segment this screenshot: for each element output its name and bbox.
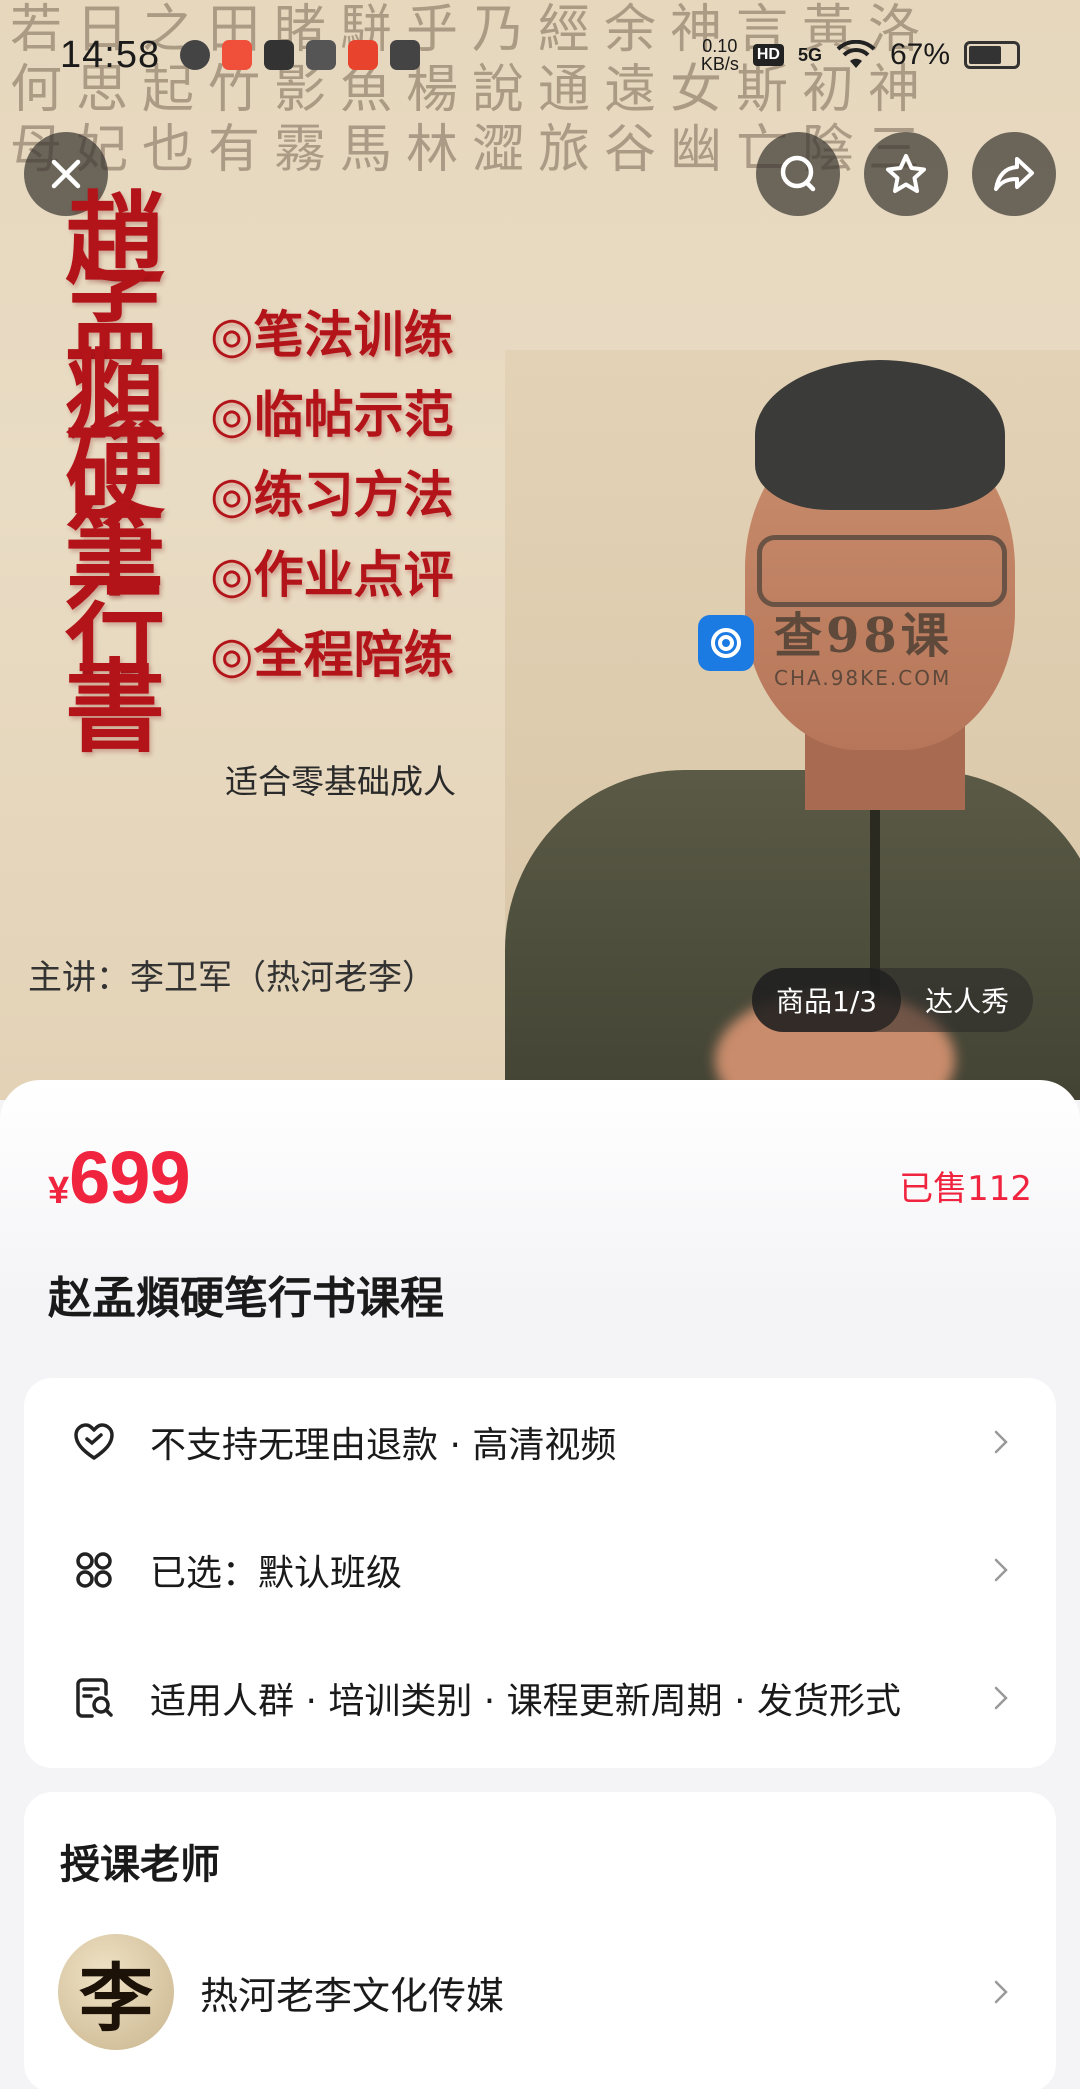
refund-policy-text: 不支持无理由退款 · 高清视频 xyxy=(150,1425,617,1466)
share-icon xyxy=(994,157,1034,191)
tab-product-images[interactable]: 商品1/3 xyxy=(752,968,902,1032)
search-button[interactable] xyxy=(756,132,840,216)
app-notification-icon xyxy=(180,40,211,70)
feature-item: ◎笔法训练 xyxy=(210,305,454,364)
feature-item: ◎练习方法 xyxy=(210,465,454,524)
poster-audience: 适合零基础成人 xyxy=(225,762,456,801)
share-button[interactable] xyxy=(972,132,1056,216)
feature-item: ◎全程陪练 xyxy=(210,625,454,684)
image-pager[interactable]: 商品1/3 达人秀 xyxy=(752,968,1034,1032)
teacher-card: 授课老师 李 热河老李文化传媒 xyxy=(24,1792,1056,2089)
favorite-button[interactable] xyxy=(864,132,948,216)
wifi-icon xyxy=(836,40,876,68)
chevron-right-icon xyxy=(994,1430,1008,1454)
teacher-row[interactable]: 李 热河老李文化传媒 xyxy=(58,1932,1016,2052)
service-info-card: 不支持无理由退款 · 高清视频 已选：默认班级 适用人群 · 培训类别 · 课程… xyxy=(24,1378,1056,1768)
notification-icons xyxy=(180,40,421,70)
teacher-heading: 授课老师 xyxy=(60,1842,220,1888)
app-notification-icon xyxy=(264,40,295,70)
teacher-name: 热河老李文化传媒 xyxy=(200,1973,505,2018)
feature-item: ◎作业点评 xyxy=(210,545,454,604)
avatar: 李 xyxy=(58,1934,174,2050)
star-icon xyxy=(886,154,926,193)
battery-percent: 67% xyxy=(889,38,950,71)
watermark: 查98课 CHA.98KE.COM xyxy=(698,596,953,690)
app-notification-icon xyxy=(348,40,379,70)
options-grid-icon xyxy=(68,1544,120,1596)
network-speed: 0.10 KB/s xyxy=(700,36,739,74)
selected-option-row[interactable]: 已选：默认班级 xyxy=(24,1506,1056,1634)
course-params-row[interactable]: 适用人群 · 培训类别 · 课程更新周期 · 发货形式 xyxy=(24,1634,1056,1762)
status-time: 14:58 xyxy=(60,33,161,76)
document-search-icon xyxy=(68,1672,120,1724)
tab-influencer-show[interactable]: 达人秀 xyxy=(901,968,1033,1032)
heart-shield-icon xyxy=(68,1416,120,1468)
sold-count: 已售112 xyxy=(899,1169,1032,1209)
refund-policy-row[interactable]: 不支持无理由退款 · 高清视频 xyxy=(24,1378,1056,1506)
chevron-right-icon xyxy=(994,1686,1008,1710)
chevron-right-icon xyxy=(994,1980,1008,2004)
signal-5g-icon: 5G xyxy=(797,44,822,65)
feature-item: ◎临帖示范 xyxy=(210,385,454,444)
product-detail-sheet: ¥699 已售112 赵孟頫硬笔行书课程 不支持无理由退款 · 高清视频 已选：… xyxy=(0,1080,1080,2089)
price-row: ¥699 已售112 xyxy=(48,1135,1032,1225)
chevron-right-icon xyxy=(994,1558,1008,1582)
course-params-text: 适用人群 · 培训类别 · 课程更新周期 · 发货形式 xyxy=(150,1681,901,1722)
app-notification-icon xyxy=(222,40,253,70)
app-notification-icon xyxy=(390,40,421,70)
status-bar: 14:58 0.10 KB/s HD 5G 67% xyxy=(0,0,1080,110)
product-title: 赵孟頫硬笔行书课程 xyxy=(48,1273,444,1324)
poster-vertical-title: 趙 孟 頫 硬 筆 行 書 xyxy=(65,180,165,766)
watermark-logo-icon xyxy=(698,615,754,671)
hd-icon: HD xyxy=(752,44,784,66)
app-notification-icon xyxy=(306,40,337,70)
price: ¥699 xyxy=(48,1136,191,1219)
search-icon xyxy=(780,155,816,192)
product-image-carousel[interactable]: 若日之田睹駢乎乃經余神言黃洛 何思起竹影魚楊說通遠女斯初神 母妃也有霧馬林澀旅谷… xyxy=(0,0,1080,1100)
poster-feature-list: ◎笔法训练 ◎临帖示范 ◎练习方法 ◎作业点评 ◎全程陪练 xyxy=(210,295,454,695)
battery-icon xyxy=(964,41,1020,69)
poster-lecturer: 主讲：李卫军（热河老李） xyxy=(28,958,436,998)
selected-option-text: 已选：默认班级 xyxy=(150,1553,403,1594)
